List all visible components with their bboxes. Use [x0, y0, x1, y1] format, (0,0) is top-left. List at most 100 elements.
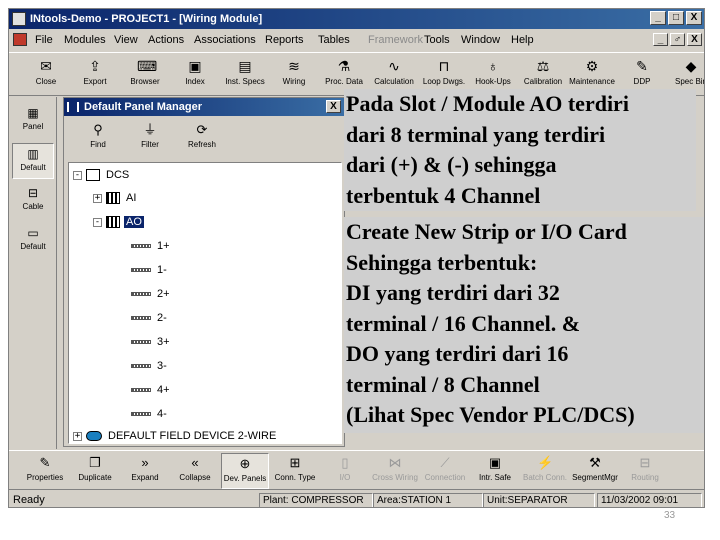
terminal-icon [131, 316, 151, 320]
toolbar-label: Calculation [374, 77, 414, 86]
terminal-icon [131, 292, 151, 296]
leftbar-cable-2[interactable]: ⊟ Cable [12, 183, 54, 219]
leftbar-default-3[interactable]: ▭ Default [12, 223, 54, 259]
title-bar[interactable]: INtools-Demo - PROJECT1 - [Wiring Module… [9, 9, 704, 29]
tree-node-label: DCS [106, 169, 130, 181]
terminal-node[interactable]: 3+ [131, 334, 172, 350]
wiring-icon: ≋ [288, 58, 300, 74]
window-title: INtools-Demo - PROJECT1 - [Wiring Module… [30, 13, 263, 25]
leftbar-label: Panel [22, 122, 44, 131]
expand-icon[interactable]: + [73, 431, 82, 441]
menu-window[interactable]: Window [461, 34, 500, 46]
maximize-button[interactable]: □ [668, 11, 684, 25]
minimize-button[interactable]: _ [650, 11, 666, 25]
menu-help[interactable]: Help [511, 34, 534, 46]
toolbar-browser-button[interactable]: ⌨ Browser [120, 56, 170, 94]
panel-toolbar: ⚲ Find ⏚ Filter ⟳ Refresh [68, 120, 342, 160]
bottom-io-button: ▯ I/O [321, 453, 369, 489]
bottom-batch-conn-button: ⚡ Batch Conn. [521, 453, 569, 489]
toolbar-label: Inst. Specs [225, 77, 265, 86]
menu-view[interactable]: View [114, 34, 138, 46]
annotation-box-strip: Create New Strip or I/O Card Sehingga te… [344, 217, 704, 433]
tree-node-ao[interactable]: - AO [93, 214, 144, 230]
terminal-node[interactable]: 1+ [131, 238, 172, 254]
panel-refresh-button[interactable]: ⟳ Refresh [180, 120, 224, 158]
panel-close-button[interactable]: X [326, 100, 341, 113]
mdi-minimize-button[interactable]: _ [653, 33, 668, 46]
bottom-expand-button[interactable]: » Expand [121, 453, 169, 489]
close-window-button[interactable]: X [686, 11, 702, 25]
bottom-label: Routing [631, 473, 659, 482]
bottom-collapse-button[interactable]: « Collapse [171, 453, 219, 489]
terminal-node[interactable]: 2+ [131, 286, 172, 302]
toolbar-wiring-button[interactable]: ≋ Wiring [269, 56, 319, 94]
terminal-node[interactable]: 1- [131, 262, 169, 278]
bottom-conn-type-button[interactable]: ⊞ Conn. Type [271, 453, 319, 489]
menu-tools[interactable]: Tools [424, 34, 450, 46]
menu-associations[interactable]: Associations [194, 34, 256, 46]
mdi-window-controls: _ ♂ X [653, 33, 702, 46]
toolbar-label: Calibration [523, 77, 563, 86]
toolbar-label: Proc. Data [325, 77, 363, 86]
toolbar-label: Spec Bin [674, 77, 705, 86]
panel-find-button[interactable]: ⚲ Find [76, 120, 120, 158]
window-controls: _ □ X [650, 11, 702, 25]
status-plant: Plant: COMPRESSOR [259, 493, 373, 507]
leftbar-default-1[interactable]: ▥ Default [12, 143, 54, 179]
menu-modules[interactable]: Modules [64, 34, 106, 46]
panel-tree[interactable]: - DCS + AI - AO 1+ 1- 2+ 2- 3+ 3- 4+ 4- + DEFAULT FIELD… [68, 162, 342, 444]
panel-grip-icon[interactable] [67, 102, 79, 112]
menu-tables[interactable]: Tables [318, 34, 350, 46]
app-icon [12, 12, 26, 26]
panel-filter-button[interactable]: ⏚ Filter [128, 120, 172, 158]
toolbar-label: Wiring [282, 77, 306, 86]
bottom-duplicate-button[interactable]: ❐ Duplicate [71, 453, 119, 489]
toolbar-index-button[interactable]: ▣ Index [170, 56, 220, 94]
expand-icon[interactable]: + [93, 193, 102, 203]
terminal-node[interactable]: 3- [131, 358, 169, 374]
document-icon[interactable] [13, 33, 27, 46]
annotation-line: terbentuk 4 Channel [346, 182, 541, 208]
bottom-dev-panels-button[interactable]: ⊕ Dev. Panels [221, 453, 269, 489]
toolbar-close-button[interactable]: ✉ Close [21, 56, 71, 94]
toolbar-label: Hook-Ups [475, 77, 511, 86]
bottom-toolbar: ✎ Properties ❐ Duplicate » Expand « Collapse ⊕ De… [9, 450, 704, 490]
bottom-intr-safe-button[interactable]: ▣ Intr. Safe [471, 453, 519, 489]
terminal-icon [131, 388, 151, 392]
toolbar-inst-specs-button[interactable]: ▤ Inst. Specs [220, 56, 270, 94]
menu-actions[interactable]: Actions [148, 34, 184, 46]
annotation-line: (Lihat Spec Vendor PLC/DCS) [346, 402, 635, 427]
collapse-icon[interactable]: - [73, 170, 82, 180]
mdi-restore-button[interactable]: ♂ [670, 33, 685, 46]
leftbar-panel-0[interactable]: ▦ Panel [12, 103, 54, 139]
terminal-node[interactable]: 2- [131, 310, 169, 326]
terminal-node[interactable]: 4+ [131, 382, 172, 398]
inst-specs-icon: ▤ [238, 58, 252, 74]
filter-icon: ⏚ [143, 122, 157, 137]
routing-icon: ⊟ [639, 455, 651, 470]
mdi-close-button[interactable]: X [687, 33, 702, 46]
tree-node-ai[interactable]: + AI [93, 190, 138, 206]
tree-node-default-field-device-2-wire[interactable]: + DEFAULT FIELD DEVICE 2-WIRE [73, 428, 278, 443]
collapse-icon[interactable]: - [93, 217, 102, 227]
bottom-label: Batch Conn. [522, 473, 568, 482]
tree-node-label: 1+ [157, 240, 170, 252]
tree-node-label: AI [126, 192, 137, 204]
tree-node-label: 4+ [157, 384, 170, 396]
spec-bin-icon: ◆ [685, 58, 697, 74]
menu-reports[interactable]: Reports [265, 34, 304, 46]
bottom-segment-mgr-button[interactable]: ⚒ SegmentMgr [571, 453, 619, 489]
cross-wiring-icon: ⋈ [388, 455, 402, 470]
menu-file[interactable]: File [35, 34, 53, 46]
tree-node-dcs[interactable]: - DCS [73, 167, 131, 183]
browser-icon: ⌨ [137, 58, 158, 74]
toolbar-export-button[interactable]: ⇪ Export [70, 56, 120, 94]
panel-title-bar[interactable]: Default Panel Manager X [64, 98, 344, 116]
tree-node-label: 3+ [157, 336, 170, 348]
panel-tool-label: Filter [141, 140, 159, 149]
dcs-icon [86, 169, 100, 181]
tree-node-label: 3- [157, 360, 167, 372]
bottom-properties-button[interactable]: ✎ Properties [21, 453, 69, 489]
terminal-node[interactable]: 4- [131, 406, 169, 422]
bottom-label: Duplicate [78, 473, 112, 482]
